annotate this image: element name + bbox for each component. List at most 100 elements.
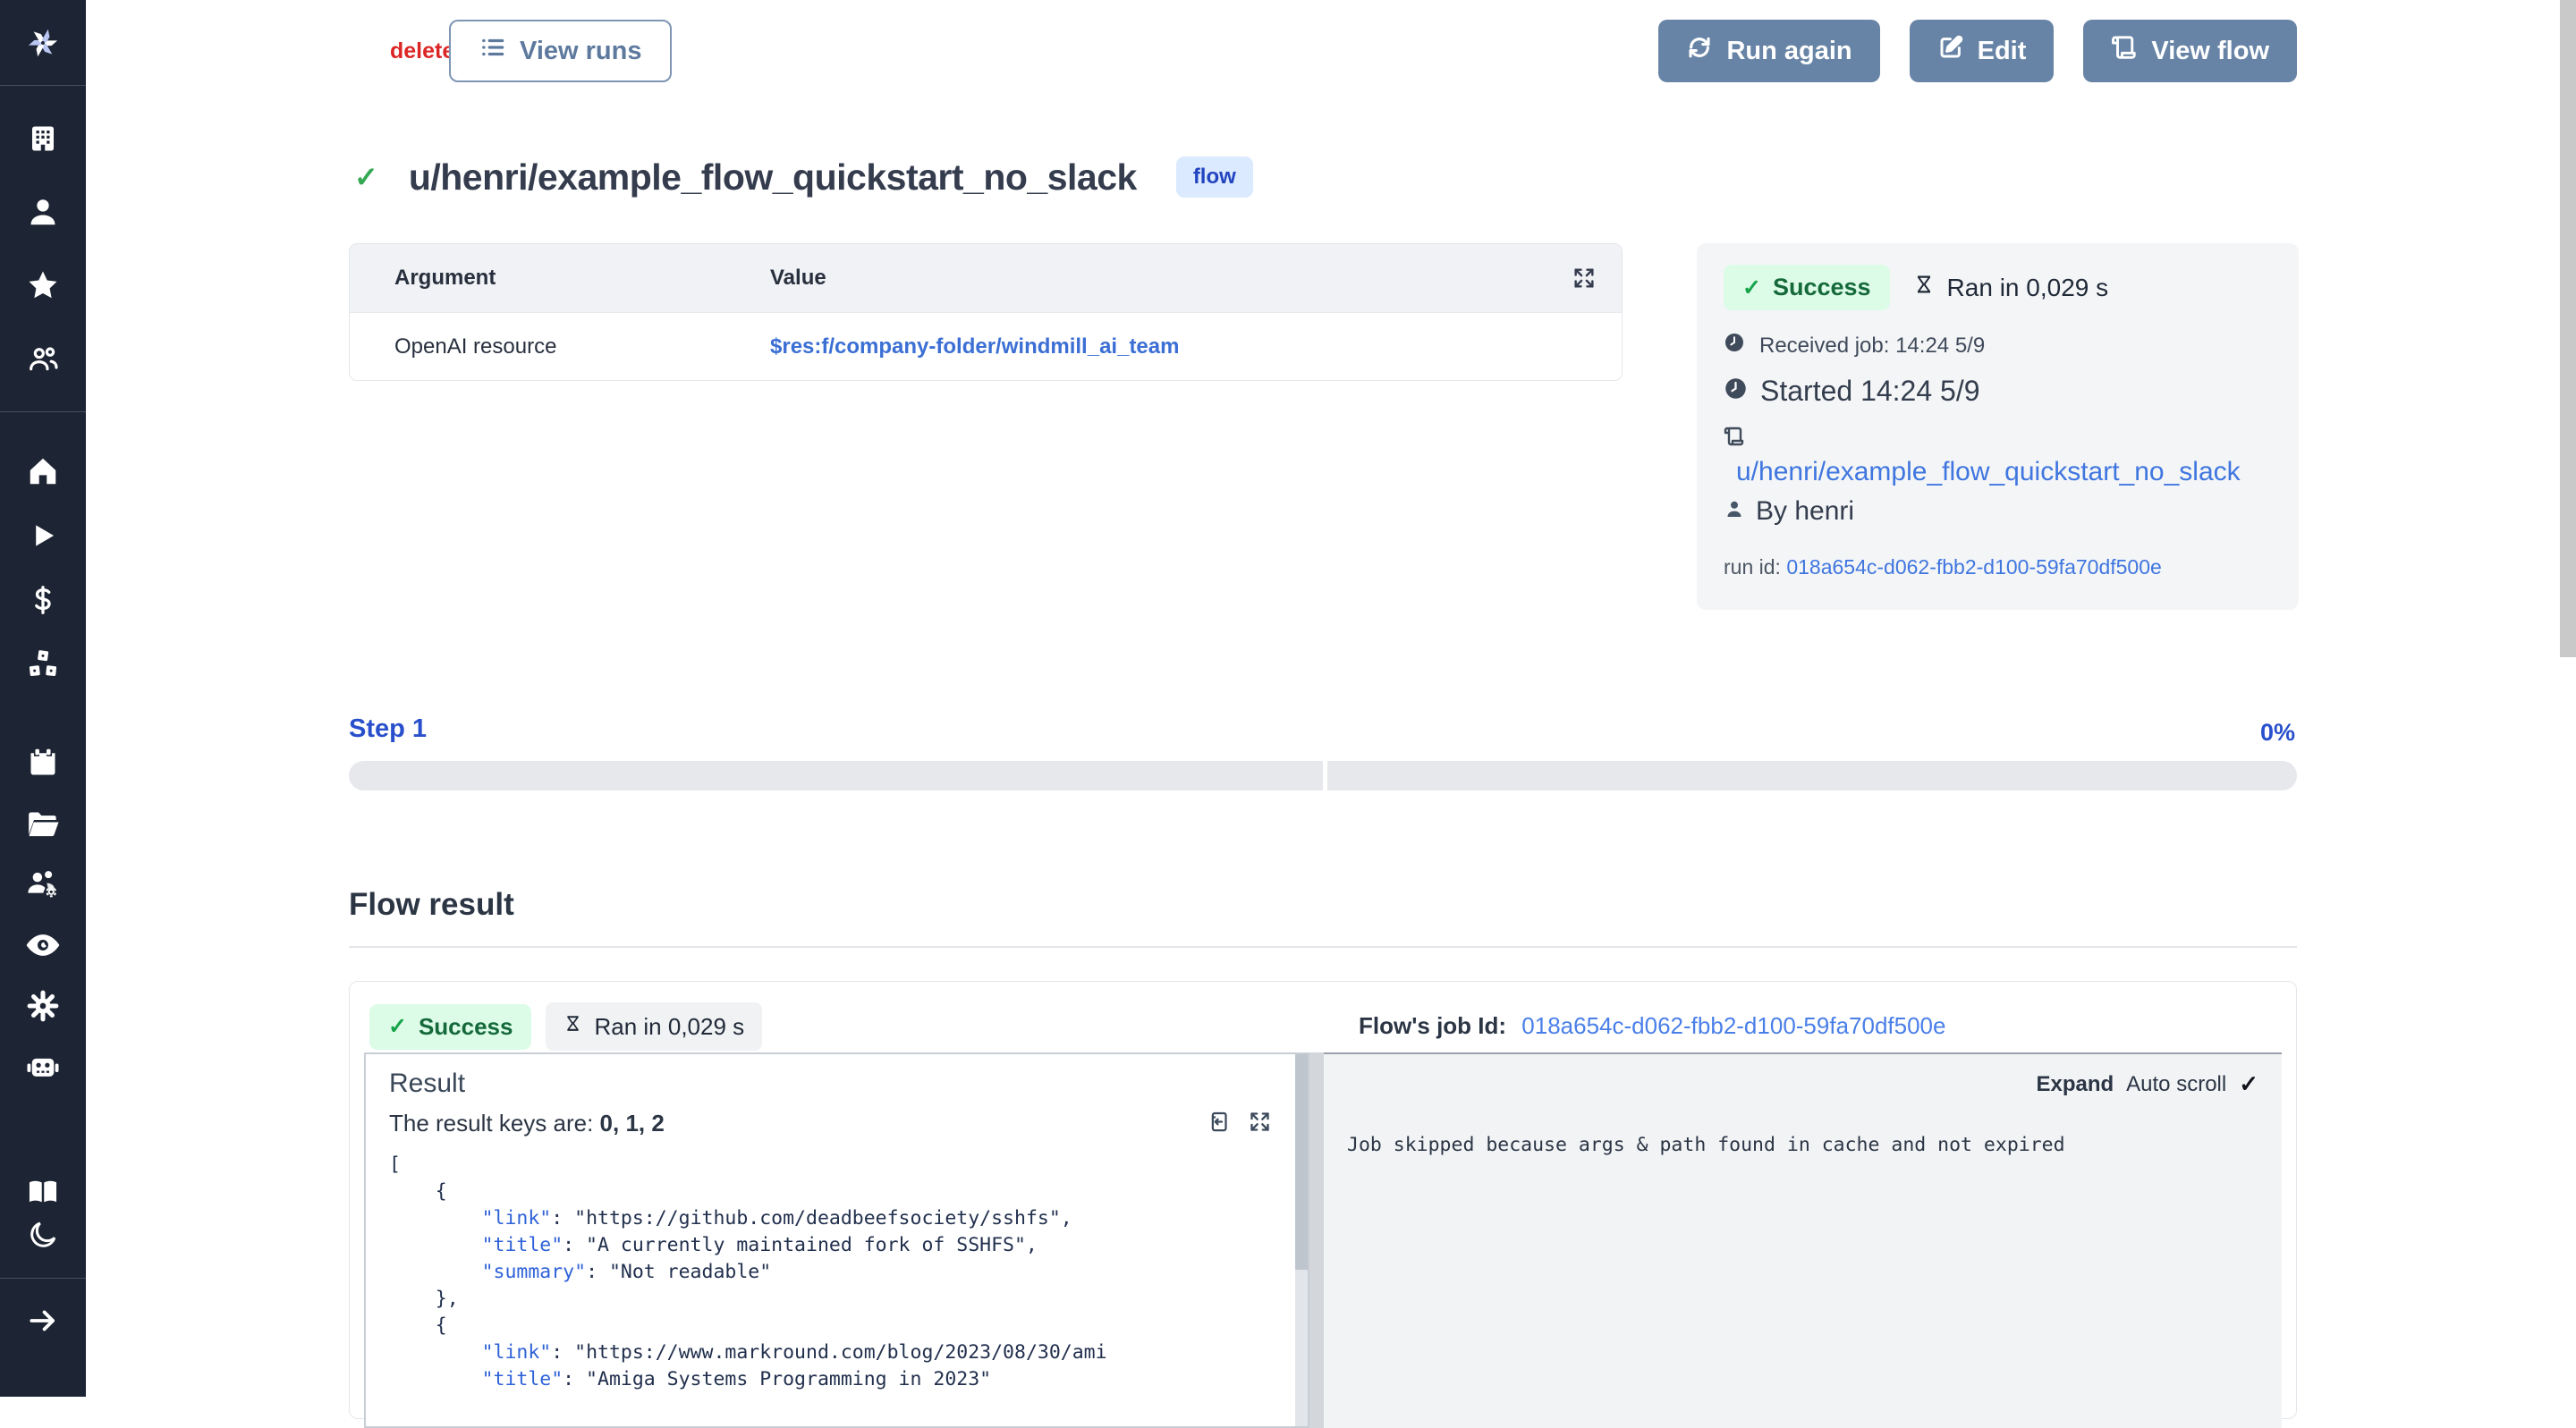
sidebar-item-docs[interactable] [0, 1170, 86, 1213]
check-icon: ✓ [1742, 275, 1761, 301]
sidebar-item-audit-logs[interactable] [0, 915, 86, 976]
column-header-value: Value [770, 266, 1572, 291]
run-id-link[interactable]: 018a654c-d062-fbb2-d100-59fa70df500e [1786, 555, 2161, 579]
star-icon [26, 268, 60, 302]
copy-result-icon[interactable] [1206, 1110, 1230, 1134]
run-duration-badge: Ran in 0,029 s [546, 1002, 762, 1051]
result-title: Result [389, 1069, 1284, 1099]
folder-open-icon [25, 806, 61, 841]
run-again-button[interactable]: Run again [1658, 20, 1879, 82]
arrow-right-icon [26, 1304, 60, 1338]
sidebar-item-theme-toggle[interactable] [0, 1213, 86, 1256]
argument-cell: OpenAI resource [394, 334, 770, 359]
flow-result-card: ✓ Success Ran in 0,029 s Flow's job Id: … [349, 981, 2297, 1419]
step-progress-bar[interactable] [349, 761, 2297, 790]
windmill-logo-icon[interactable] [0, 0, 86, 85]
table-header: Argument Value [350, 244, 1622, 312]
robot-icon [24, 1048, 62, 1086]
triggered-by-row: By henri [1724, 496, 2272, 527]
table-body: OpenAI resource$res:f/company-folder/win… [350, 312, 1622, 380]
topbar: delete View runs Run again Edit View flo… [349, 20, 2297, 82]
received-job-row: Received job: 14:24 5/9 [1724, 332, 2272, 359]
book-open-icon [26, 1175, 60, 1209]
view-flow-button[interactable]: View flow [2083, 20, 2297, 82]
edit-button[interactable]: Edit [1910, 20, 2055, 82]
flow-job-id-row: Flow's job Id: 018a654c-d062-fbb2-d100-5… [1359, 1012, 1945, 1040]
sidebar-item-variables[interactable] [0, 568, 86, 632]
check-icon: ✓ [388, 1013, 407, 1040]
expand-table-icon[interactable] [1572, 266, 1597, 291]
progress-segment [1327, 761, 2297, 790]
sidebar-tools-group [0, 732, 86, 1097]
result-keys-line: The result keys are: 0, 1, 2 [389, 1110, 1284, 1137]
sidebar-item-groups[interactable] [0, 322, 86, 395]
sidebar-item-expand[interactable] [0, 1279, 86, 1363]
flow-scroll-icon [1724, 435, 1745, 451]
log-line: Job skipped because args & path found in… [1347, 1134, 2258, 1156]
flow-result-heading: Flow result [349, 887, 514, 923]
step-progress-percent: 0% [2260, 719, 2295, 747]
run-info-panel: ✓ Success Ran in 0,029 s Received job: 1… [1697, 243, 2299, 610]
sidebar-item-favorites[interactable] [0, 249, 86, 322]
view-runs-button[interactable]: View runs [449, 20, 672, 82]
flow-path-row: u/henri/example_flow_quickstart_no_slack [1724, 426, 2272, 487]
hourglass-icon [564, 1011, 582, 1042]
panel-splitter[interactable] [1309, 1052, 1324, 1428]
sidebar-item-workers[interactable] [0, 854, 86, 915]
flow-scroll-icon [2111, 34, 2138, 68]
moon-icon [27, 1219, 59, 1251]
progress-segment [349, 761, 1323, 790]
users-gear-icon [24, 866, 62, 903]
delete-button[interactable]: delete [390, 20, 454, 82]
step-1-link[interactable]: Step 1 [349, 714, 427, 744]
autoscroll-checkbox[interactable]: ✓ [2239, 1070, 2258, 1098]
sidebar-item-folders[interactable] [0, 793, 86, 854]
play-icon [28, 520, 58, 551]
table-row: OpenAI resource$res:f/company-folder/win… [350, 312, 1622, 380]
dollar-icon [27, 584, 59, 616]
building-icon [27, 123, 59, 155]
cubes-icon [25, 646, 61, 682]
clock-icon [1724, 332, 1745, 359]
eye-icon [24, 926, 62, 964]
sidebar-item-runs[interactable] [0, 503, 86, 568]
sidebar-item-settings[interactable] [0, 976, 86, 1036]
page-scrollbar[interactable] [2560, 0, 2576, 1397]
autoscroll-label: Auto scroll [2126, 1072, 2226, 1097]
status-badge: ✓ Success [369, 1004, 531, 1050]
status-badge: ✓ Success [1724, 265, 1890, 310]
sidebar [0, 0, 86, 1397]
flow-path-link[interactable]: u/henri/example_flow_quickstart_no_slack [1736, 457, 2272, 487]
sidebar-item-schedules[interactable] [0, 732, 86, 793]
sidebar-item-ai[interactable] [0, 1036, 86, 1097]
expand-logs-button[interactable]: Expand [2036, 1072, 2114, 1097]
run-again-label: Run again [1726, 37, 1852, 66]
sidebar-item-home[interactable] [0, 439, 86, 503]
divider [349, 946, 2297, 948]
logs-panel: Expand Auto scroll ✓ Job skipped because… [1324, 1052, 2282, 1428]
refresh-icon [1686, 34, 1713, 68]
value-cell[interactable]: $res:f/company-folder/windmill_ai_team [770, 334, 1597, 359]
view-flow-label: View flow [2151, 37, 2269, 66]
result-json[interactable]: [ { "link": "https://github.com/deadbeef… [389, 1152, 1284, 1393]
sidebar-item-user[interactable] [0, 175, 86, 249]
scrollbar-thumb[interactable] [2560, 0, 2576, 657]
users-icon [25, 341, 61, 376]
sidebar-item-workspace[interactable] [0, 102, 86, 175]
main-area: delete View runs Run again Edit View flo… [86, 0, 2576, 1397]
sidebar-item-resources[interactable] [0, 632, 86, 697]
page-title: u/henri/example_flow_quickstart_no_slack [409, 156, 1137, 199]
run-id-row: run id: 018a654c-d062-fbb2-d100-59fa70df… [1724, 555, 2272, 579]
sidebar-workspace-group [0, 86, 86, 411]
gear-icon [26, 989, 60, 1023]
result-scrollbar[interactable] [1295, 1054, 1308, 1426]
user-icon [26, 195, 60, 229]
started-row: Started 14:24 5/9 [1724, 375, 2272, 408]
column-header-argument: Argument [394, 266, 770, 291]
expand-result-icon[interactable] [1248, 1110, 1272, 1134]
flow-job-id-link[interactable]: 018a654c-d062-fbb2-d100-59fa70df500e [1521, 1012, 1945, 1039]
person-icon [1724, 496, 1745, 527]
hourglass-icon [1913, 271, 1935, 304]
arguments-table: Argument Value OpenAI resource$res:f/com… [349, 243, 1623, 381]
sidebar-footer-group [0, 1170, 86, 1256]
